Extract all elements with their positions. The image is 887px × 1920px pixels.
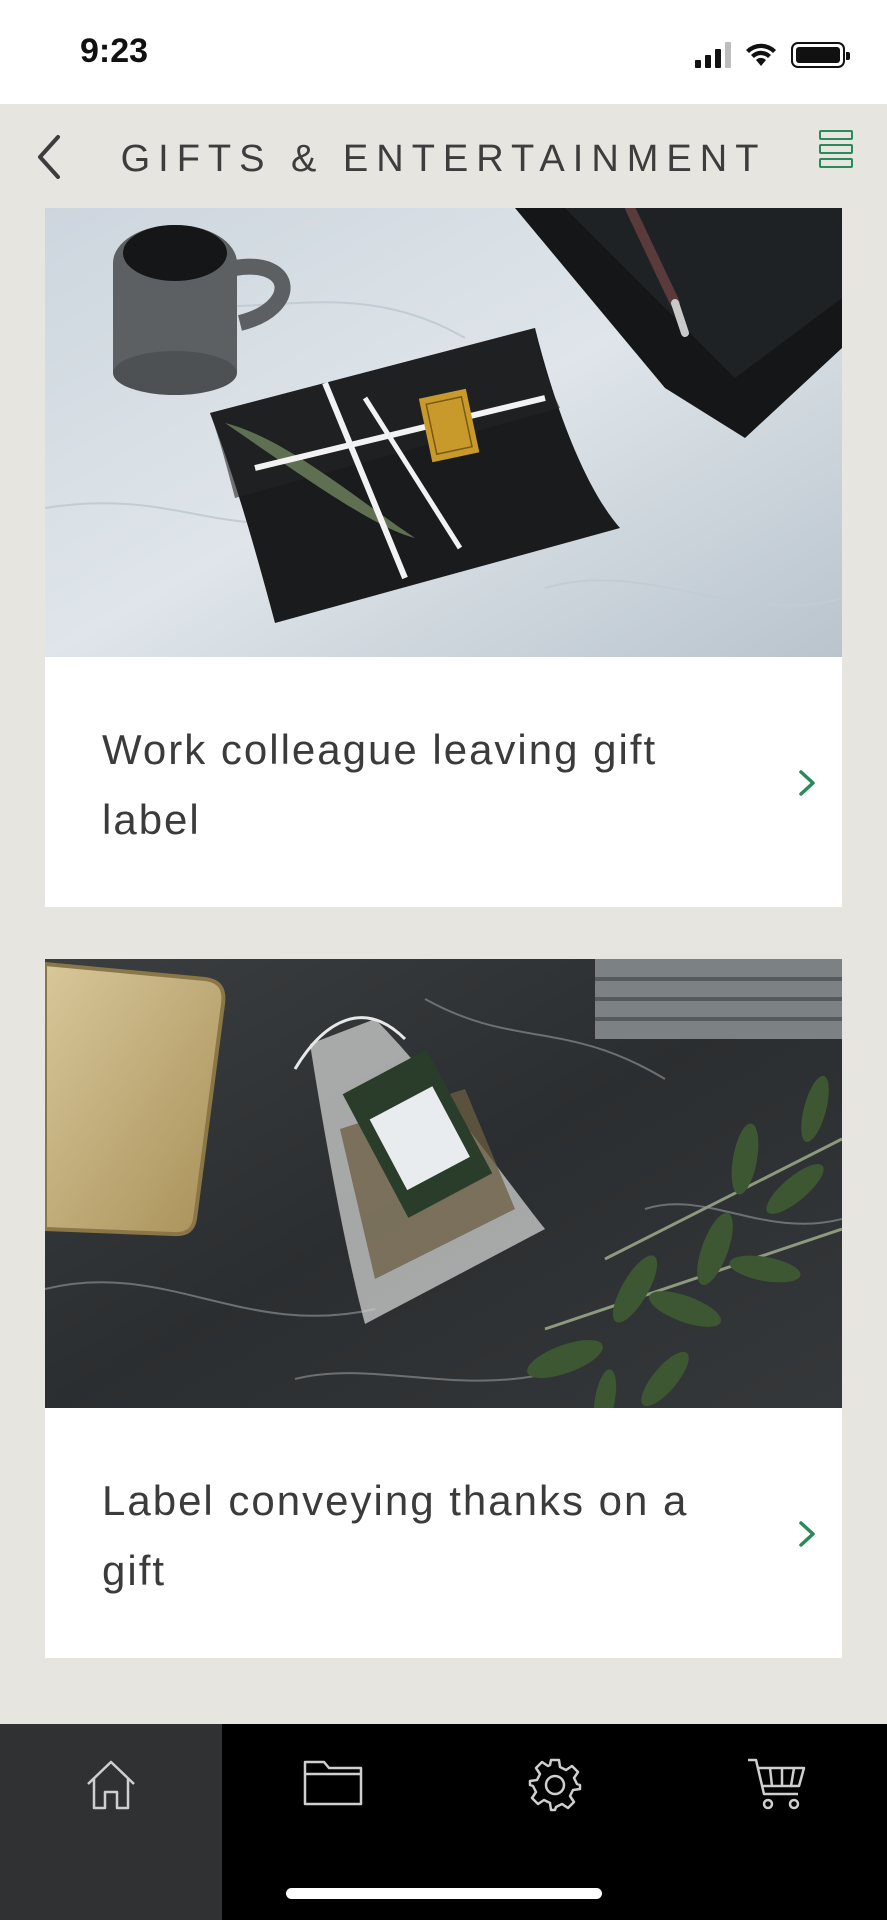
card-body: Label conveying thanks on a gift (45, 1408, 842, 1658)
card-title: Work colleague leaving gift label (102, 726, 658, 843)
status-bar: 9:23 (0, 0, 887, 104)
chevron-right-icon (799, 1521, 815, 1547)
status-icons (695, 38, 850, 72)
chevron-right-icon (799, 770, 815, 796)
app-header: GIFTS & ENTERTAINMENT (0, 104, 887, 208)
card-image-black-gift-box (45, 208, 842, 657)
gift-card-2[interactable]: Label conveying thanks on a gift (45, 959, 842, 1658)
cart-icon (748, 1758, 806, 1810)
battery-icon (791, 42, 850, 68)
cellular-signal-icon (695, 42, 731, 68)
wifi-icon (746, 43, 776, 66)
page-title: GIFTS & ENTERTAINMENT (120, 138, 767, 180)
gift-card-1[interactable]: Work colleague leaving gift label (45, 208, 842, 907)
card-image-organza-gift-bag (45, 959, 842, 1408)
gear-icon (528, 1758, 582, 1812)
menu-icon[interactable] (819, 130, 855, 182)
card-title: Label conveying thanks on a gift (102, 1477, 689, 1594)
card-body: Work colleague leaving gift label (45, 657, 842, 907)
tab-cart[interactable] (666, 1724, 887, 1920)
folder-icon (303, 1760, 363, 1806)
home-indicator (286, 1888, 602, 1899)
home-icon (87, 1760, 135, 1810)
status-time: 9:23 (80, 32, 149, 70)
tab-home[interactable] (0, 1724, 222, 1920)
